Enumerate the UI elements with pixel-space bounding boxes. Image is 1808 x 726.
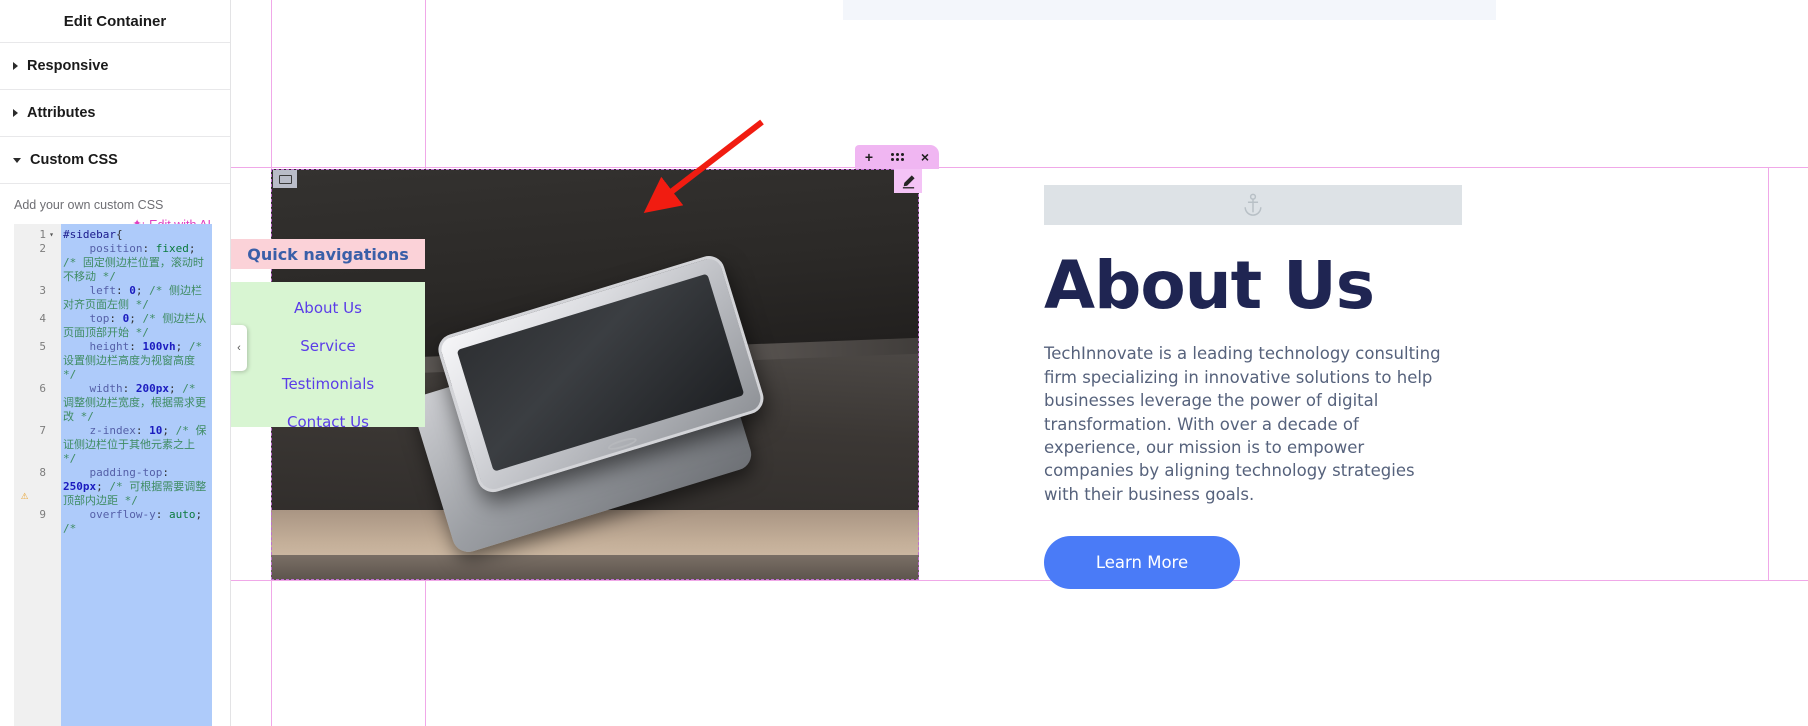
chevron-right-icon [13, 62, 18, 70]
page-canvas: Quick navigations About Us Service Testi… [231, 0, 1808, 726]
line-number: 9 [39, 508, 46, 521]
sidebar-collapse-handle[interactable]: ‹ [231, 325, 247, 371]
quick-nav-item-service[interactable]: Service [231, 327, 425, 365]
page-title: Edit Container [0, 0, 230, 43]
anchor-icon [1244, 193, 1262, 216]
about-heading: About Us [1044, 247, 1375, 324]
accordion-attributes-label: Attributes [27, 105, 96, 121]
code-line: position: fixed; /* 固定侧边栏位置，滚动时不移动 */ [63, 242, 204, 283]
code-line: padding-top: 250px; /* 可根据需要调整顶部内边距 */ [63, 466, 207, 507]
accordion-attributes[interactable]: Attributes [0, 90, 230, 137]
code-line: z-index: 10; /* 保证侧边栏位于其他元素之上 */ [63, 424, 207, 465]
warning-icon: ⚠ [21, 488, 29, 502]
code-line: #sidebar{ [63, 228, 123, 241]
about-paragraph: TechInnovate is a leading technology con… [1044, 344, 1441, 504]
desk-edge [271, 555, 919, 580]
line-number: 2 [39, 242, 46, 255]
learn-more-button[interactable]: Learn More [1044, 536, 1240, 590]
custom-css-code-editor[interactable]: 1 ▾ 2 3 4 5 6 7 8 ⚠ 9 #sidebar{ position: fixed; /… [14, 224, 212, 726]
chevron-down-icon [13, 157, 21, 163]
app-root: Edit Container Responsive Attributes Cus… [0, 0, 1808, 726]
anchor-placeholder[interactable] [1044, 185, 1462, 225]
line-number: 1 [39, 228, 46, 241]
quick-nav-title: Quick navigations [231, 239, 425, 269]
edit-container-panel: Edit Container Responsive Attributes Cus… [0, 0, 231, 726]
editor-gutter: 1 ▾ 2 3 4 5 6 7 8 ⚠ 9 [14, 224, 61, 726]
quick-nav-item-about-us[interactable]: About Us [231, 289, 425, 327]
line-number: 8 [39, 466, 46, 479]
line-number: 4 [39, 312, 46, 325]
add-icon[interactable]: + [859, 150, 879, 164]
accordion-responsive[interactable]: Responsive [0, 43, 230, 90]
phone-home-button [607, 436, 638, 453]
line-number: 6 [39, 382, 46, 395]
code-line: overflow-y: auto; /* [63, 508, 203, 535]
edit-pencil-icon[interactable] [894, 169, 922, 193]
code-line: top: 0; /* 侧边栏从页面顶部开始 */ [63, 312, 207, 339]
quick-nav-item-contact-us[interactable]: Contact Us [231, 403, 425, 441]
quick-nav-list: About Us Service Testimonials Contact Us [231, 282, 425, 431]
custom-css-hint: Add your own custom CSS [14, 198, 164, 212]
quick-nav-item-testimonials[interactable]: Testimonials [231, 365, 425, 403]
code-line: height: 100vh; /* 设置侧边栏高度为视窗高度 */ [63, 340, 209, 381]
section-outline-right-edge [1768, 167, 1769, 581]
editor-code-area[interactable]: #sidebar{ position: fixed; /* 固定侧边栏位置，滚动… [61, 224, 212, 726]
container-icon[interactable] [273, 170, 297, 188]
about-section: About Us TechInnovate is a leading techn… [1044, 185, 1514, 590]
line-number: 7 [39, 424, 46, 437]
line-number: 3 [39, 284, 46, 297]
code-line: width: 200px; /* 调整侧边栏宽度，根据需求更改 */ [63, 382, 206, 423]
accordion-custom-css[interactable]: Custom CSS [0, 137, 230, 184]
close-icon[interactable]: × [915, 150, 935, 164]
accordion-responsive-label: Responsive [27, 58, 109, 74]
element-toolbar[interactable]: + × [855, 145, 939, 169]
line-number: 5 [39, 340, 46, 353]
chevron-right-icon [13, 109, 18, 117]
drag-handle-icon[interactable] [887, 153, 907, 161]
container-glyph [278, 174, 292, 184]
pencil-glyph [902, 174, 915, 188]
fold-toggle-icon[interactable]: ▾ [47, 228, 56, 242]
top-band [843, 0, 1496, 20]
accordion-custom-css-label: Custom CSS [30, 152, 118, 168]
code-line: left: 0; /* 侧边栏对齐页面左侧 */ [63, 284, 202, 311]
